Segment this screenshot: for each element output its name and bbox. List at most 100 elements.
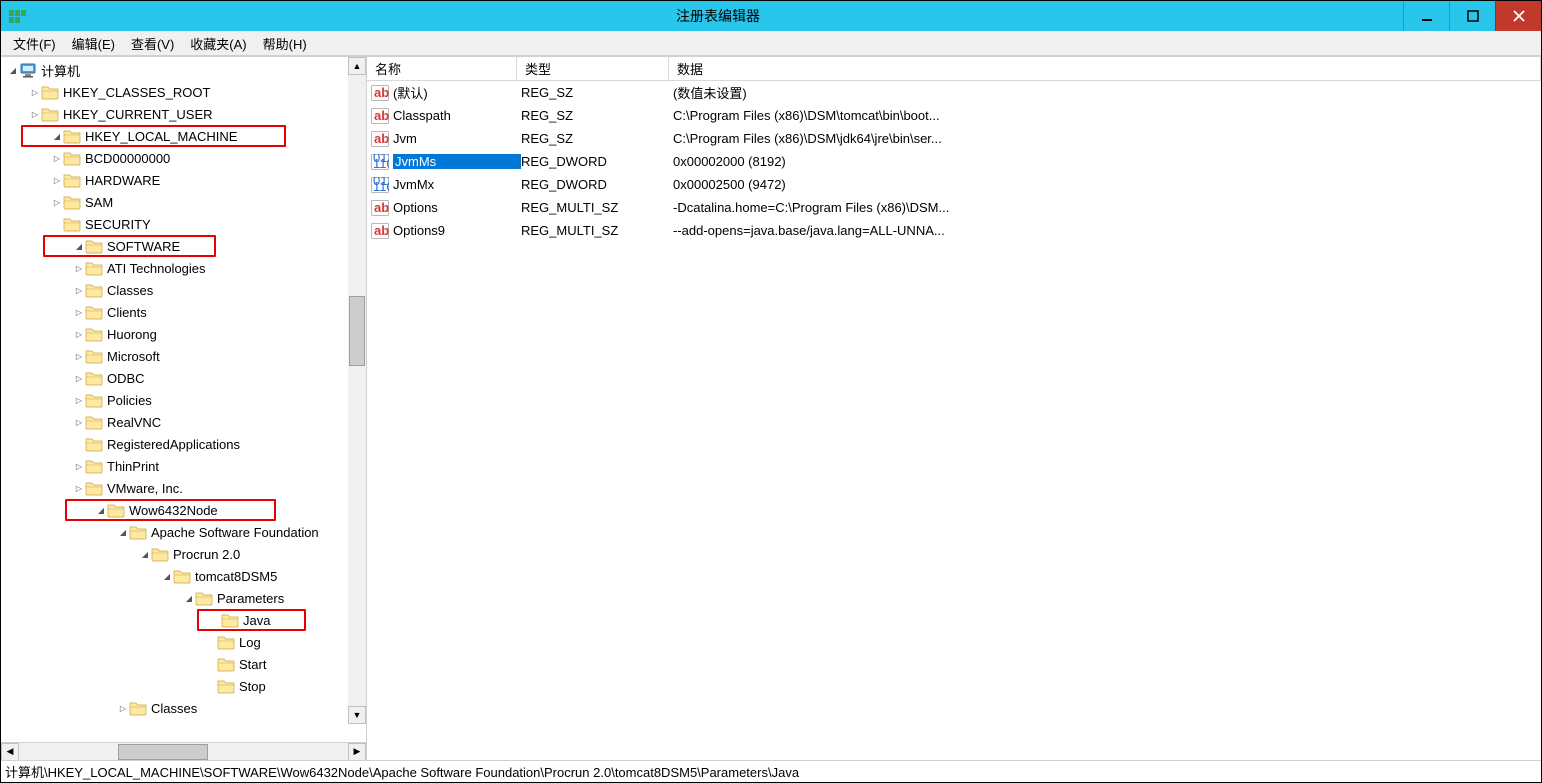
tree-label: SECURITY [85, 217, 151, 232]
close-button[interactable] [1495, 1, 1541, 31]
list-row[interactable]: JvmREG_SZC:\Program Files (x86)\DSM\jdk6… [367, 127, 1541, 150]
caret-icon[interactable] [73, 394, 85, 406]
caret-icon[interactable] [73, 460, 85, 472]
tree-node-huorong[interactable]: Huorong [1, 323, 366, 345]
scroll-thumb[interactable] [118, 744, 208, 760]
list-row[interactable]: OptionsREG_MULTI_SZ-Dcatalina.home=C:\Pr… [367, 196, 1541, 219]
tree-node-thinprint[interactable]: ThinPrint [1, 455, 366, 477]
tree-node-regapps[interactable]: RegisteredApplications [1, 433, 366, 455]
scroll-left-button[interactable]: ◀ [1, 743, 19, 761]
tree-node-hkcr[interactable]: HKEY_CLASSES_ROOT [1, 81, 366, 103]
menu-file[interactable]: 文件(F) [5, 31, 64, 56]
tree-label: BCD00000000 [85, 151, 170, 166]
tree-label: Parameters [217, 591, 284, 606]
value-data: 0x00002000 (8192) [673, 154, 1541, 169]
tree-node-computer[interactable]: 计算机 [1, 59, 366, 81]
menu-edit[interactable]: 编辑(E) [64, 31, 123, 56]
tree-node-bcd[interactable]: BCD00000000 [1, 147, 366, 169]
scroll-thumb[interactable] [349, 296, 365, 366]
column-header-data[interactable]: 数据 [669, 57, 1541, 80]
tree-node-classes[interactable]: Classes [1, 279, 366, 301]
caret-icon[interactable] [139, 548, 151, 560]
menu-favorites[interactable]: 收藏夹(A) [182, 31, 254, 56]
tree-node-hardware[interactable]: HARDWARE [1, 169, 366, 191]
tree-node-log[interactable]: Log [1, 631, 366, 653]
minimize-button[interactable] [1403, 1, 1449, 31]
tree-node-wow6432node[interactable]: Wow6432Node [65, 499, 276, 521]
window-frame: 注册表编辑器 文件(F) 编辑(E) 查看(V) 收藏夹(A) 帮助(H) [0, 0, 1542, 783]
caret-icon[interactable] [29, 86, 41, 98]
tree-node-parameters[interactable]: Parameters [1, 587, 366, 609]
menu-help[interactable]: 帮助(H) [255, 31, 315, 56]
menu-view[interactable]: 查看(V) [123, 31, 182, 56]
tree-vertical-scrollbar[interactable]: ▲ ▼ [348, 57, 366, 724]
caret-icon[interactable] [117, 702, 129, 714]
caret-icon[interactable] [73, 372, 85, 384]
caret-icon[interactable] [73, 328, 85, 340]
tree-node-hklm[interactable]: HKEY_LOCAL_MACHINE [21, 125, 286, 147]
caret-icon[interactable] [73, 416, 85, 428]
tree-label: Wow6432Node [129, 503, 218, 518]
list-row[interactable]: JvmMxREG_DWORD0x00002500 (9472) [367, 173, 1541, 196]
caret-icon[interactable] [73, 284, 85, 296]
caret-icon[interactable] [51, 174, 63, 186]
tree-node-clients[interactable]: Clients [1, 301, 366, 323]
tree-node-vmware[interactable]: VMware, Inc. [1, 477, 366, 499]
list-row[interactable]: (默认)REG_SZ(数值未设置) [367, 81, 1541, 104]
scroll-track[interactable] [19, 743, 348, 761]
tree-node-policies[interactable]: Policies [1, 389, 366, 411]
caret-icon[interactable] [73, 240, 85, 252]
tree-node-tomcat[interactable]: tomcat8DSM5 [1, 565, 366, 587]
list-row[interactable]: JvmMsREG_DWORD0x00002000 (8192) [367, 150, 1541, 173]
caret-icon[interactable] [117, 526, 129, 538]
tree-node-hkcu[interactable]: HKEY_CURRENT_USER [1, 103, 366, 125]
caret-icon[interactable] [73, 262, 85, 274]
tree-node-procrun[interactable]: Procrun 2.0 [1, 543, 366, 565]
tree-node-classes2[interactable]: Classes [1, 697, 366, 719]
folder-icon [217, 678, 235, 694]
caret-icon[interactable] [51, 152, 63, 164]
tree-horizontal-scrollbar[interactable]: ◀ ▶ [1, 742, 366, 760]
caret-icon[interactable] [7, 64, 19, 76]
scroll-up-button[interactable]: ▲ [348, 57, 366, 75]
tree-node-realvnc[interactable]: RealVNC [1, 411, 366, 433]
tree-node-ati[interactable]: ATI Technologies [1, 257, 366, 279]
list-body[interactable]: (默认)REG_SZ(数值未设置)ClasspathREG_SZC:\Progr… [367, 81, 1541, 760]
caret-icon[interactable] [73, 482, 85, 494]
tree-node-stop[interactable]: Stop [1, 675, 366, 697]
column-header-name[interactable]: 名称 [367, 57, 517, 80]
folder-icon [41, 106, 59, 122]
reg-string-icon [371, 85, 389, 101]
caret-icon[interactable] [73, 350, 85, 362]
tree-node-security[interactable]: SECURITY [1, 213, 366, 235]
tree-node-start[interactable]: Start [1, 653, 366, 675]
caret-icon[interactable] [73, 306, 85, 318]
title-bar[interactable]: 注册表编辑器 [1, 1, 1541, 31]
list-row[interactable]: Options9REG_MULTI_SZ--add-opens=java.bas… [367, 219, 1541, 242]
column-header-type[interactable]: 类型 [517, 57, 669, 80]
tree-node-odbc[interactable]: ODBC [1, 367, 366, 389]
folder-icon [217, 634, 235, 650]
caret-icon[interactable] [51, 130, 63, 142]
registry-tree[interactable]: 计算机 HKEY_CLASSES_ROOT HKEY_CURRENT_USER [1, 57, 366, 742]
tree-node-microsoft[interactable]: Microsoft [1, 345, 366, 367]
app-icon [7, 6, 27, 26]
tree-node-java[interactable]: Java [197, 609, 306, 631]
tree-node-asf[interactable]: Apache Software Foundation [1, 521, 366, 543]
tree-node-software[interactable]: SOFTWARE [43, 235, 216, 257]
folder-icon [173, 568, 191, 584]
scroll-down-button[interactable]: ▼ [348, 706, 366, 724]
scroll-track[interactable] [348, 75, 366, 706]
folder-icon [63, 216, 81, 232]
tree-node-sam[interactable]: SAM [1, 191, 366, 213]
caret-icon[interactable] [51, 196, 63, 208]
caret-icon[interactable] [95, 504, 107, 516]
caret-icon[interactable] [29, 108, 41, 120]
maximize-button[interactable] [1449, 1, 1495, 31]
caret-icon[interactable] [161, 570, 173, 582]
list-row[interactable]: ClasspathREG_SZC:\Program Files (x86)\DS… [367, 104, 1541, 127]
value-name: Classpath [393, 108, 521, 123]
caret-icon[interactable] [183, 592, 195, 604]
scroll-right-button[interactable]: ▶ [348, 743, 366, 761]
value-data: (数值未设置) [673, 83, 1541, 102]
